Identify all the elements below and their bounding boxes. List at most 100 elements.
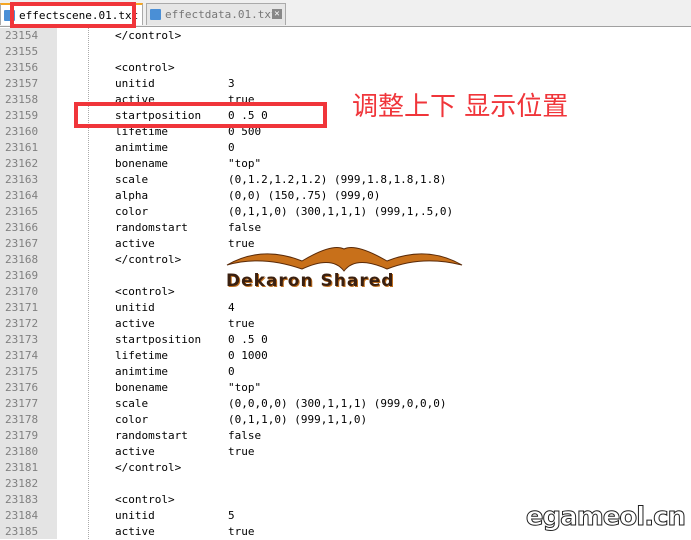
code-key: unitid [115,77,155,90]
code-value: 0 [228,141,235,154]
code-key: randomstart [115,429,188,442]
tab-highlight-box [10,2,136,28]
code-key: unitid [115,509,155,522]
code-line[interactable]: 23180 active true [0,444,691,460]
code-line[interactable]: 23171 unitid 4 [0,300,691,316]
line-number: 23169 [5,269,39,282]
code-key: color [115,413,149,426]
code-line[interactable]: 23177 scale (0,0,0,0) (300,1,1,1) (999,0,0… [0,396,691,412]
code-key: </control> [115,253,182,266]
code-key: active [115,317,155,330]
code-key: <control> [115,493,175,506]
code-line[interactable]: 23178 color (0,1,1,0) (999,1,1,0) [0,412,691,428]
line-number: 23175 [5,365,39,378]
code-line[interactable]: 23173 startposition 0 .5 0 [0,332,691,348]
line-number: 23166 [5,221,39,234]
tab-label: effectdata.01.txt [165,8,278,21]
code-value: (0,1,1,0) (300,1,1,1) (999,1,.5,0) [228,205,454,218]
code-key: unitid [115,301,155,314]
code-key: alpha [115,189,149,202]
line-number: 23170 [5,285,39,298]
logo-emblem-icon [226,247,463,272]
code-line[interactable]: 23163 scale (0,1.2,1.2,1.2) (999,1.8,1.8,1… [0,172,691,188]
code-line[interactable]: 23157 unitid 3 [0,76,691,92]
line-number: 23180 [5,445,39,458]
line-number: 23162 [5,157,39,170]
startposition-highlight-box [74,102,327,128]
code-key: <control> [115,285,175,298]
line-number: 23157 [5,77,39,90]
line-number: 23183 [5,493,39,506]
code-line[interactable]: 23182 [0,476,691,492]
code-line[interactable]: 23164 alpha (0,0) (150,.75) (999,0) [0,188,691,204]
line-number: 23176 [5,381,39,394]
line-number: 23165 [5,205,39,218]
code-value: (0,1.2,1.2,1.2) (999,1.8,1.8,1.8) [228,173,447,186]
code-line[interactable]: 23175 animtime 0 [0,364,691,380]
code-key: active [115,525,155,538]
code-line[interactable]: 23156 <control> [0,60,691,76]
code-line[interactable]: 23172 active true [0,316,691,332]
code-line[interactable]: 23162 bonename "top" [0,156,691,172]
code-value: (0,0,0,0) (300,1,1,1) (999,0,0,0) [228,397,447,410]
line-number: 23164 [5,189,39,202]
line-number: 23167 [5,237,39,250]
code-key: active [115,237,155,250]
code-value: false [228,429,262,442]
code-key: color [115,205,149,218]
line-number: 23173 [5,333,39,346]
code-value: 5 [228,509,235,522]
line-number: 23163 [5,173,39,186]
code-value: 4 [228,301,235,314]
code-value: (0,1,1,0) (999,1,1,0) [228,413,368,426]
code-key: animtime [115,141,168,154]
code-value: true [228,317,255,330]
code-value: 0 .5 0 [228,333,268,346]
line-number: 23181 [5,461,39,474]
code-line[interactable]: 23165 color (0,1,1,0) (300,1,1,1) (999,1,.… [0,204,691,220]
code-key: <control> [115,61,175,74]
code-line[interactable]: 23166 randomstart false [0,220,691,236]
code-key: randomstart [115,221,188,234]
code-key: </control> [115,29,182,42]
code-line[interactable]: 23155 [0,44,691,60]
code-line[interactable]: 23161 animtime 0 [0,140,691,156]
line-number: 23184 [5,509,39,522]
code-key: scale [115,397,149,410]
line-number: 23171 [5,301,39,314]
code-line[interactable]: 23181 </control> [0,460,691,476]
annotation-text: 调整上下 显示位置 [352,92,569,122]
code-value: false [228,221,262,234]
code-value: 3 [228,77,235,90]
dekaron-logo: Dekaron Shared [222,243,467,295]
code-line[interactable]: 23174 lifetime 0 1000 [0,348,691,364]
code-value: true [228,445,255,458]
line-number: 23159 [5,109,39,122]
code-key: bonename [115,157,168,170]
line-number: 23178 [5,413,39,426]
code-key: animtime [115,365,168,378]
line-number: 23155 [5,45,39,58]
code-key: </control> [115,461,182,474]
line-number: 23177 [5,397,39,410]
code-value: "top" [228,157,262,170]
line-number: 23182 [5,477,39,490]
code-value: (0,0) (150,.75) (999,0) [228,189,381,202]
logo-text: Dekaron Shared [226,271,395,291]
code-line[interactable]: 23179 randomstart false [0,428,691,444]
code-line[interactable]: 23176 bonename "top" [0,380,691,396]
code-key: startposition [115,333,202,346]
tab-effectdata[interactable]: effectdata.01.txt ✕ [146,3,286,25]
line-number: 23156 [5,61,39,74]
code-key: bonename [115,381,168,394]
close-icon[interactable]: ✕ [272,9,282,19]
code-value: 0 [228,365,235,378]
line-number: 23158 [5,93,39,106]
line-number: 23179 [5,429,39,442]
file-icon [150,9,161,20]
line-number: 23174 [5,349,39,362]
line-number: 23168 [5,253,39,266]
line-number: 23185 [5,525,39,538]
watermark: egameol.cn [525,502,686,533]
code-line[interactable]: 23154 </control> [0,28,691,44]
